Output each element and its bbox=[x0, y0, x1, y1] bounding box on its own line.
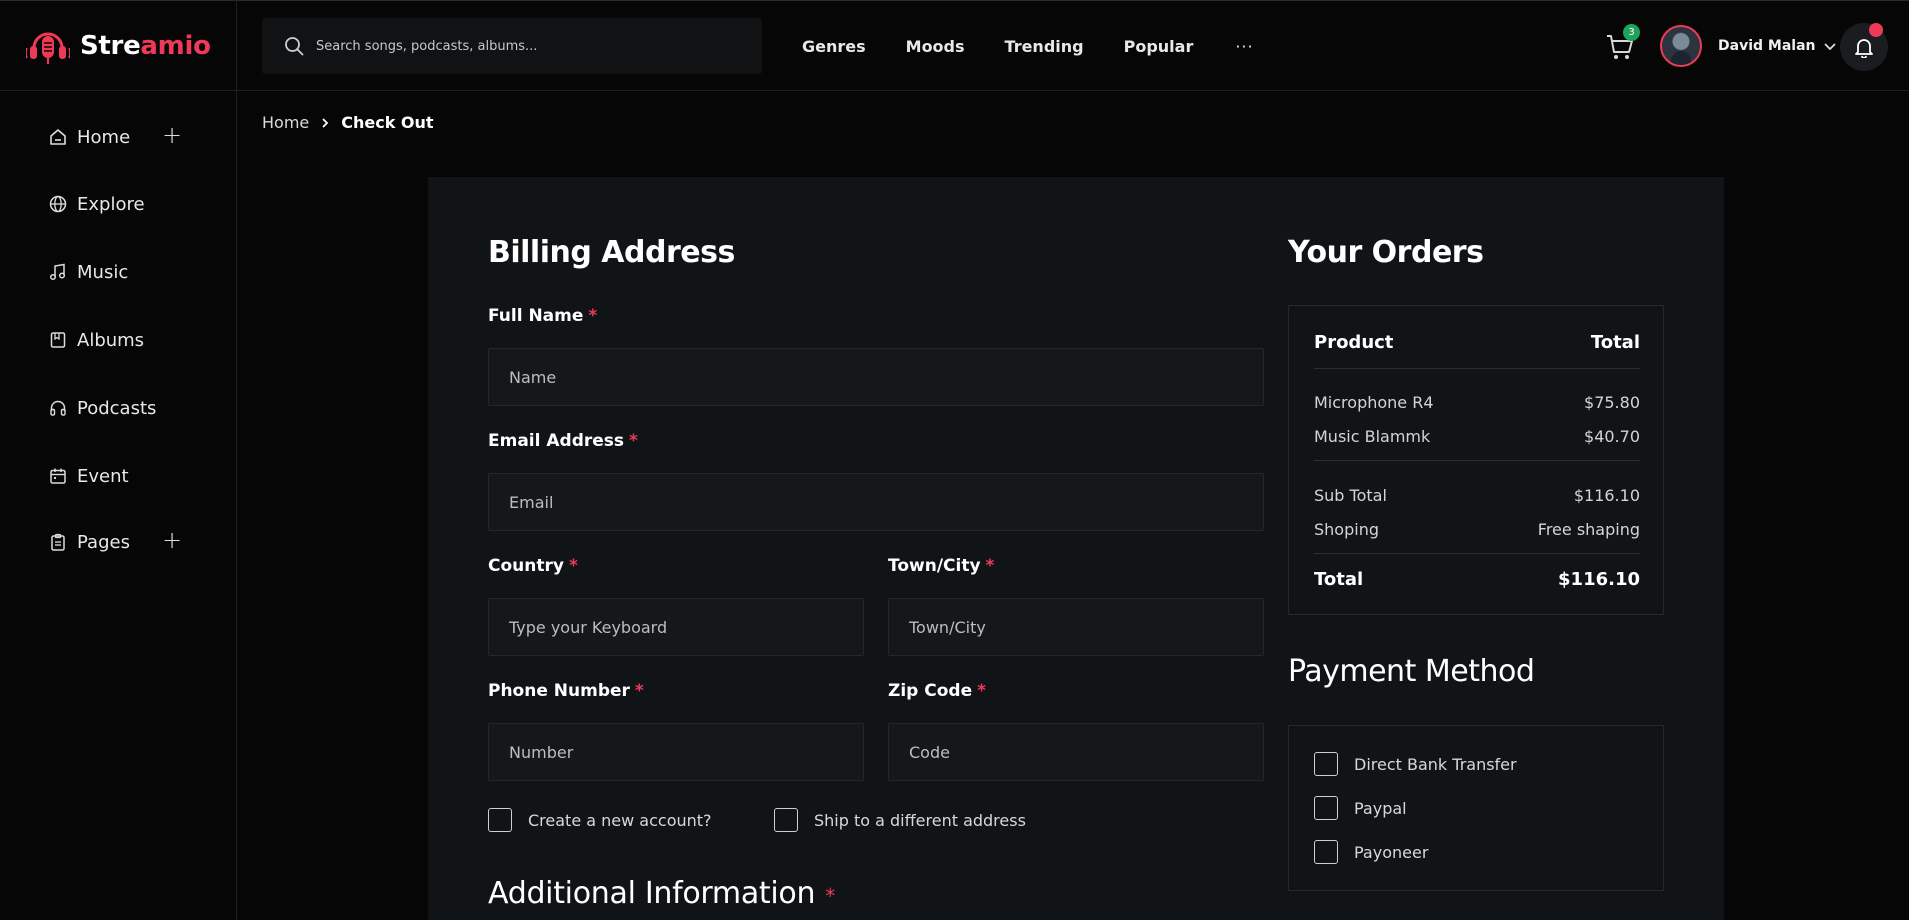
album-icon bbox=[50, 332, 66, 348]
payment-option-label: Payoneer bbox=[1354, 842, 1429, 862]
ship-different-option[interactable]: Ship to a different address bbox=[774, 808, 1026, 832]
avatar[interactable] bbox=[1660, 25, 1702, 67]
bank-transfer-checkbox[interactable] bbox=[1314, 752, 1338, 776]
payment-option-label: Direct Bank Transfer bbox=[1354, 754, 1517, 774]
sidebar-item-home[interactable]: Home bbox=[49, 122, 130, 152]
search-bar[interactable]: Search songs, podcasts, albums... bbox=[262, 18, 762, 74]
total-row: Total $116.10 bbox=[1314, 569, 1640, 590]
create-account-option[interactable]: Create a new account? bbox=[488, 808, 712, 832]
divider bbox=[1314, 460, 1640, 461]
bell-icon bbox=[1855, 39, 1873, 58]
zip-input[interactable]: Code bbox=[888, 723, 1264, 781]
town-label: Town/City * bbox=[888, 556, 995, 576]
notification-dot bbox=[1869, 23, 1883, 37]
product-header: Product bbox=[1314, 332, 1394, 353]
orders-header-row: Product Total bbox=[1314, 332, 1640, 353]
sidebar-item-label: Albums bbox=[77, 329, 145, 351]
sidebar-item-label: Home bbox=[77, 126, 131, 148]
country-input[interactable]: Type your Keyboard bbox=[488, 598, 864, 656]
payment-option-payoneer[interactable]: Payoneer bbox=[1314, 840, 1428, 864]
payment-option-bank[interactable]: Direct Bank Transfer bbox=[1314, 752, 1517, 776]
headphones-mic-logo-icon bbox=[26, 32, 70, 64]
town-input[interactable]: Town/City bbox=[888, 598, 1264, 656]
sidebar-item-label: Podcasts bbox=[77, 397, 157, 419]
ship-different-checkbox[interactable] bbox=[774, 808, 798, 832]
breadcrumb-current: Check Out bbox=[341, 113, 434, 132]
globe-icon bbox=[49, 195, 67, 213]
sidebar-item-label: Music bbox=[77, 261, 129, 283]
shipping-row: Shoping Free shaping bbox=[1314, 520, 1640, 539]
chevron-right-icon bbox=[322, 117, 329, 128]
breadcrumb: Home Check Out bbox=[262, 113, 434, 132]
subtotal-row: Sub Total $116.10 bbox=[1314, 486, 1640, 505]
sidebar-item-podcasts[interactable]: Podcasts bbox=[49, 393, 156, 423]
full-name-input[interactable]: Name bbox=[488, 348, 1264, 406]
user-name: David Malan bbox=[1718, 38, 1816, 54]
orders-title: Your Orders bbox=[1288, 235, 1484, 270]
nav-moods[interactable]: Moods bbox=[906, 37, 965, 56]
nav-genres[interactable]: Genres bbox=[802, 37, 866, 56]
sidebar-item-albums[interactable]: Albums bbox=[49, 325, 144, 355]
top-header: Streamio Search songs, podcasts, albums.… bbox=[0, 0, 1909, 91]
sidebar-divider bbox=[236, 0, 237, 920]
orders-summary: Product Total Microphone R4 $75.80 Music … bbox=[1288, 305, 1664, 615]
home-icon bbox=[50, 129, 66, 145]
payment-methods: Direct Bank Transfer Paypal Payoneer bbox=[1288, 725, 1664, 891]
phone-label: Phone Number * bbox=[488, 681, 644, 701]
payment-option-paypal[interactable]: Paypal bbox=[1314, 796, 1407, 820]
brand-logo[interactable]: Streamio bbox=[26, 23, 211, 69]
breadcrumb-home[interactable]: Home bbox=[262, 113, 309, 132]
phone-input[interactable]: Number bbox=[488, 723, 864, 781]
nav-popular[interactable]: Popular bbox=[1124, 37, 1194, 56]
sidebar-item-label: Explore bbox=[77, 193, 145, 215]
search-input[interactable]: Search songs, podcasts, albums... bbox=[316, 39, 537, 54]
payment-title: Payment Method bbox=[1288, 654, 1535, 689]
checkout-card: Billing Address Full Name * Name Email Ad… bbox=[428, 177, 1724, 920]
full-name-label: Full Name * bbox=[488, 306, 598, 326]
country-label: Country * bbox=[488, 556, 578, 576]
divider bbox=[1314, 553, 1640, 554]
ship-different-label: Ship to a different address bbox=[814, 810, 1026, 830]
create-account-checkbox[interactable] bbox=[488, 808, 512, 832]
order-item: Microphone R4 $75.80 bbox=[1314, 393, 1640, 412]
top-nav: Genres Moods Trending Popular ··· bbox=[802, 1, 1254, 92]
brand-name: Streamio bbox=[80, 31, 211, 61]
clipboard-icon bbox=[51, 533, 65, 551]
create-account-label: Create a new account? bbox=[528, 810, 712, 830]
calendar-icon bbox=[50, 468, 66, 484]
order-item: Music Blammk $40.70 bbox=[1314, 427, 1640, 446]
payment-option-label: Paypal bbox=[1354, 798, 1407, 818]
nav-trending[interactable]: Trending bbox=[1005, 37, 1084, 56]
expand-pages-button[interactable]: + bbox=[162, 526, 182, 554]
sidebar-item-explore[interactable]: Explore bbox=[49, 189, 145, 219]
more-menu-button[interactable]: ··· bbox=[1235, 37, 1253, 56]
cart-count-badge: 3 bbox=[1623, 24, 1640, 41]
user-menu[interactable]: David Malan bbox=[1660, 24, 1837, 68]
payoneer-checkbox[interactable] bbox=[1314, 840, 1338, 864]
additional-info-title: Additional Information * bbox=[488, 876, 835, 911]
notifications-button[interactable] bbox=[1840, 23, 1888, 71]
total-header: Total bbox=[1590, 332, 1640, 353]
email-input[interactable]: Email bbox=[488, 473, 1264, 531]
divider bbox=[1314, 368, 1640, 369]
billing-title: Billing Address bbox=[488, 235, 735, 270]
email-label: Email Address * bbox=[488, 431, 638, 451]
sidebar-item-event[interactable]: Event bbox=[49, 461, 129, 491]
headphones-icon bbox=[50, 400, 66, 416]
sidebar-item-label: Event bbox=[77, 465, 129, 487]
sidebar-item-label: Pages bbox=[77, 531, 130, 553]
chevron-down-icon bbox=[1824, 43, 1837, 51]
sidebar-item-music[interactable]: Music bbox=[49, 257, 128, 287]
zip-label: Zip Code * bbox=[888, 681, 986, 701]
sidebar: Home + Explore Music Albums Podcasts Eve… bbox=[0, 91, 236, 920]
cart-button[interactable]: 3 bbox=[1605, 24, 1645, 66]
search-icon bbox=[285, 37, 304, 56]
expand-home-button[interactable]: + bbox=[162, 121, 182, 149]
sidebar-item-pages[interactable]: Pages bbox=[49, 527, 130, 557]
music-note-icon bbox=[49, 263, 66, 281]
paypal-checkbox[interactable] bbox=[1314, 796, 1338, 820]
